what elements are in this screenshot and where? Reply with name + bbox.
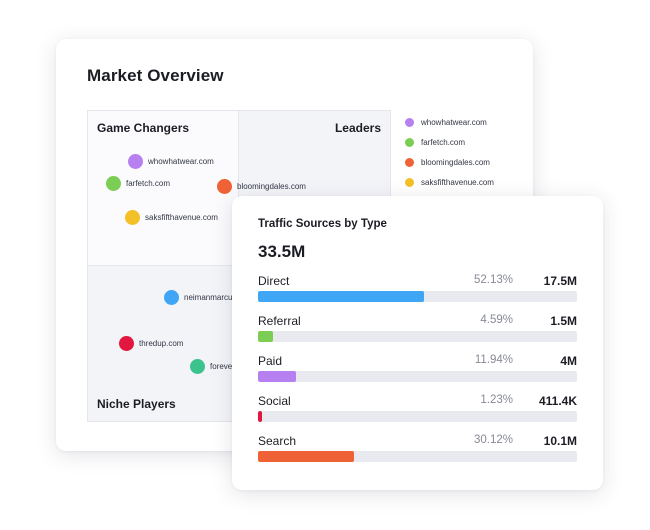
legend-label: whowhatwear.com xyxy=(421,117,487,127)
traffic-row-search[interactable]: Search 30.12% 10.1M xyxy=(258,434,577,466)
bubble-dot xyxy=(190,359,205,374)
traffic-row-social[interactable]: Social 1.23% 411.4K xyxy=(258,394,577,426)
traffic-bar-track xyxy=(258,291,577,302)
traffic-source-value: 4M xyxy=(560,354,577,368)
bubble-dot xyxy=(128,154,143,169)
niche-players-label: Niche Players xyxy=(97,397,176,411)
traffic-sources-title: Traffic Sources by Type xyxy=(258,218,387,230)
bubble-dot xyxy=(125,210,140,225)
traffic-source-value: 17.5M xyxy=(543,274,577,288)
legend-item-bloomingdales[interactable]: bloomingdales.com xyxy=(405,152,494,172)
bubble-label: foreve xyxy=(210,362,233,371)
traffic-bar-track xyxy=(258,331,577,342)
bubble-neimanmarcus[interactable]: neimanmarcu xyxy=(164,290,232,305)
traffic-bar-fill xyxy=(258,291,425,302)
bubble-farfetch[interactable]: farfetch.com xyxy=(106,176,170,191)
traffic-total: 33.5M xyxy=(258,242,306,261)
traffic-source-name: Direct xyxy=(258,274,290,288)
traffic-source-percent: 4.59% xyxy=(480,314,513,326)
bubble-dot xyxy=(164,290,179,305)
traffic-source-value: 1.5M xyxy=(550,314,577,328)
traffic-bar-fill xyxy=(258,331,273,342)
traffic-bar-track xyxy=(258,451,577,462)
traffic-source-name: Social xyxy=(258,394,291,408)
bubble-bloomingdales[interactable]: bloomingdales.com xyxy=(217,179,306,194)
bubble-label: farfetch.com xyxy=(126,179,171,188)
traffic-source-percent: 30.12% xyxy=(473,434,513,446)
legend-item-saksfifthavenue[interactable]: saksfifthavenue.com xyxy=(405,172,494,192)
bubble-forever21[interactable]: foreve xyxy=(190,359,232,374)
bubble-dot xyxy=(217,179,232,194)
bubble-label: saksfifthavenue.com xyxy=(145,213,218,222)
traffic-source-name: Referral xyxy=(258,314,301,328)
market-overview-title: Market Overview xyxy=(87,66,224,85)
market-legend: whowhatwear.com farfetch.com bloomingdal… xyxy=(405,112,494,192)
bubble-label: whowhatwear.com xyxy=(148,157,214,166)
bubble-saksfifthavenue[interactable]: saksfifthavenue.com xyxy=(125,210,218,225)
traffic-bar-track xyxy=(258,371,577,382)
leaders-label: Leaders xyxy=(334,121,381,135)
traffic-sources-card: Traffic Sources by Type 33.5M Direct 52.… xyxy=(232,196,603,490)
legend-label: bloomingdales.com xyxy=(421,157,490,167)
traffic-source-percent: 52.13% xyxy=(473,274,513,286)
legend-dot xyxy=(405,177,414,187)
legend-label: saksfifthavenue.com xyxy=(421,177,494,187)
bubble-thredup[interactable]: thredup.com xyxy=(119,336,183,351)
traffic-bar-fill xyxy=(258,411,262,422)
traffic-source-value: 10.1M xyxy=(543,434,577,448)
bubble-label: bloomingdales.com xyxy=(237,182,306,191)
traffic-source-percent: 11.94% xyxy=(474,354,513,366)
traffic-row-direct[interactable]: Direct 52.13% 17.5M xyxy=(258,274,577,306)
traffic-source-percent: 1.23% xyxy=(480,394,513,406)
legend-dot xyxy=(405,117,414,127)
traffic-source-value: 411.4K xyxy=(538,394,577,408)
bubble-label: thredup.com xyxy=(139,339,184,348)
bubble-dot xyxy=(106,176,121,191)
bubble-label: neimanmarcu xyxy=(184,293,233,302)
traffic-bar-fill xyxy=(258,451,355,462)
traffic-row-referral[interactable]: Referral 4.59% 1.5M xyxy=(258,314,577,346)
traffic-bar-fill xyxy=(258,371,297,382)
bubble-whowhatwear[interactable]: whowhatwear.com xyxy=(128,154,214,169)
legend-item-whowhatwear[interactable]: whowhatwear.com xyxy=(405,112,494,132)
legend-dot xyxy=(405,137,414,147)
traffic-source-name: Paid xyxy=(258,354,283,368)
bubble-dot xyxy=(119,336,134,351)
game-changers-label: Game Changers xyxy=(97,121,190,135)
legend-dot xyxy=(405,157,414,167)
traffic-row-paid[interactable]: Paid 11.94% 4M xyxy=(258,354,577,386)
legend-label: farfetch.com xyxy=(421,137,466,147)
traffic-bar-track xyxy=(258,411,577,422)
legend-item-farfetch[interactable]: farfetch.com xyxy=(405,132,494,152)
traffic-source-name: Search xyxy=(258,434,297,448)
